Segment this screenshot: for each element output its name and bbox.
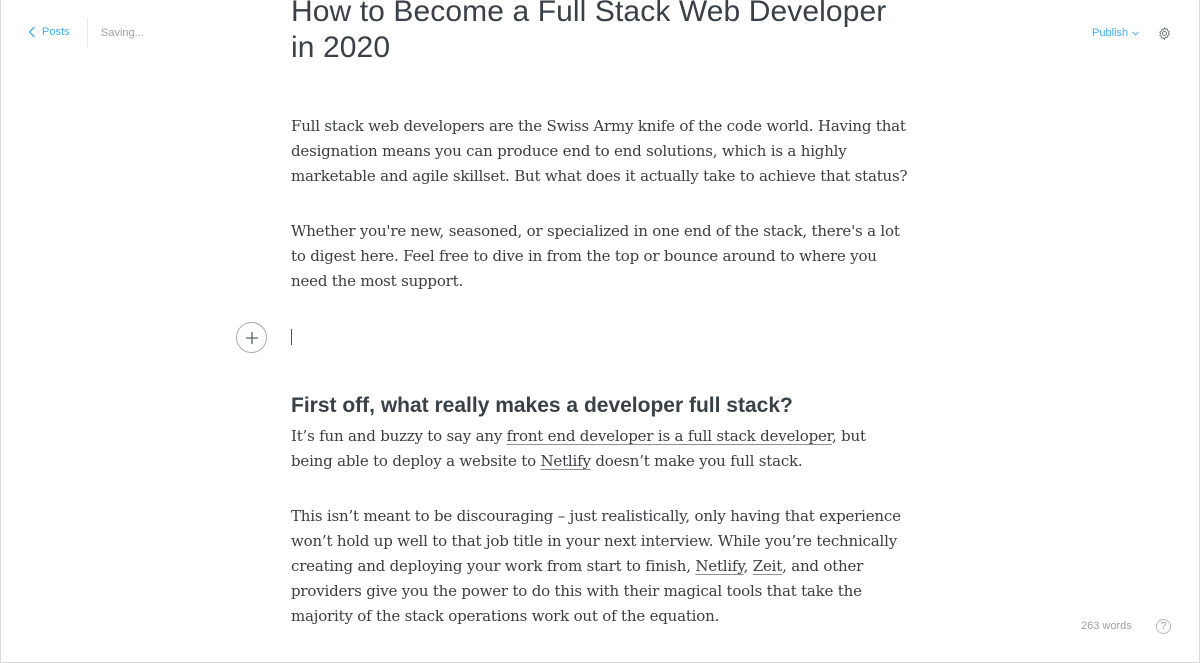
plus-icon [245, 331, 258, 344]
question-icon[interactable]: ? [1156, 619, 1171, 634]
save-status: Saving... [101, 27, 144, 39]
chevron-left-icon [28, 26, 35, 38]
text-run: doesn’t make you full stack. [590, 452, 803, 470]
word-count: 263 words [1081, 620, 1132, 632]
add-card-button[interactable] [236, 322, 267, 353]
article-link[interactable]: front end developer is a full stack deve… [507, 427, 833, 445]
publish-label: Publish [1092, 27, 1129, 39]
netlify-link[interactable]: Netlify [541, 452, 591, 470]
paragraph-3[interactable]: It’s fun and buzzy to say any front end … [291, 424, 911, 474]
paragraph-intro-1[interactable]: Full stack web developers are the Swiss … [291, 114, 911, 189]
section-heading[interactable]: First off, what really makes a developer… [291, 392, 911, 420]
back-to-posts-link[interactable]: Posts [28, 26, 70, 38]
netlify-link[interactable]: Netlify [695, 557, 743, 575]
zeit-link[interactable]: Zeit [753, 557, 783, 575]
header-divider [87, 18, 88, 47]
publish-menu-button[interactable]: Publish [1092, 27, 1139, 39]
chevron-down-icon [1132, 30, 1139, 36]
paragraph-4[interactable]: This isn’t meant to be discouraging – ju… [291, 504, 911, 629]
text-cursor [291, 329, 292, 345]
gear-icon[interactable] [1157, 26, 1172, 41]
back-link-label: Posts [42, 26, 70, 38]
text-run: It’s fun and buzzy to say any [291, 427, 507, 445]
post-title[interactable]: How to Become a Full Stack Web Developer… [291, 0, 911, 66]
paragraph-intro-2[interactable]: Whether you're new, seasoned, or special… [291, 219, 911, 294]
text-run: , [743, 557, 753, 575]
